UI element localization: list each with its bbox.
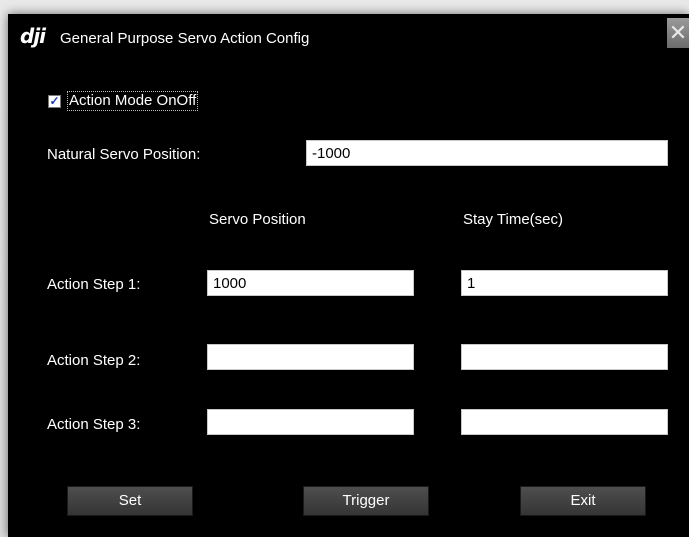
window-title: General Purpose Servo Action Config [60, 30, 310, 47]
stay-time-header: Stay Time(sec) [463, 211, 564, 228]
action-step-2-servo-position-input[interactable] [207, 344, 414, 370]
dialog-window: dji General Purpose Servo Action Config … [8, 14, 689, 537]
action-step-2-label: Action Step 2: [47, 352, 141, 369]
exit-button[interactable]: Exit [520, 486, 646, 516]
natural-servo-position-input[interactable] [306, 140, 668, 166]
action-step-1-stay-time-input[interactable] [461, 270, 668, 296]
action-step-3-label: Action Step 3: [47, 416, 141, 433]
natural-servo-position-label: Natural Servo Position: [47, 146, 201, 163]
set-button[interactable]: Set [67, 486, 193, 516]
servo-position-header: Servo Position [209, 211, 306, 228]
action-step-1-label: Action Step 1: [47, 276, 141, 293]
action-step-3-servo-position-input[interactable] [207, 409, 414, 435]
action-mode-checkbox[interactable]: ✓ [48, 94, 61, 108]
close-button[interactable]: ✕ [667, 18, 689, 48]
dji-logo: dji [20, 24, 46, 48]
action-step-3-stay-time-input[interactable] [461, 409, 668, 435]
action-step-1-servo-position-input[interactable] [207, 270, 414, 296]
action-mode-label: Action Mode OnOff [67, 91, 199, 111]
action-step-2-stay-time-input[interactable] [461, 344, 668, 370]
title-bar: dji General Purpose Servo Action Config … [8, 14, 689, 64]
close-icon: ✕ [668, 20, 688, 45]
action-mode-toggle[interactable]: ✓ Action Mode OnOff [48, 91, 199, 111]
trigger-button[interactable]: Trigger [303, 486, 429, 516]
